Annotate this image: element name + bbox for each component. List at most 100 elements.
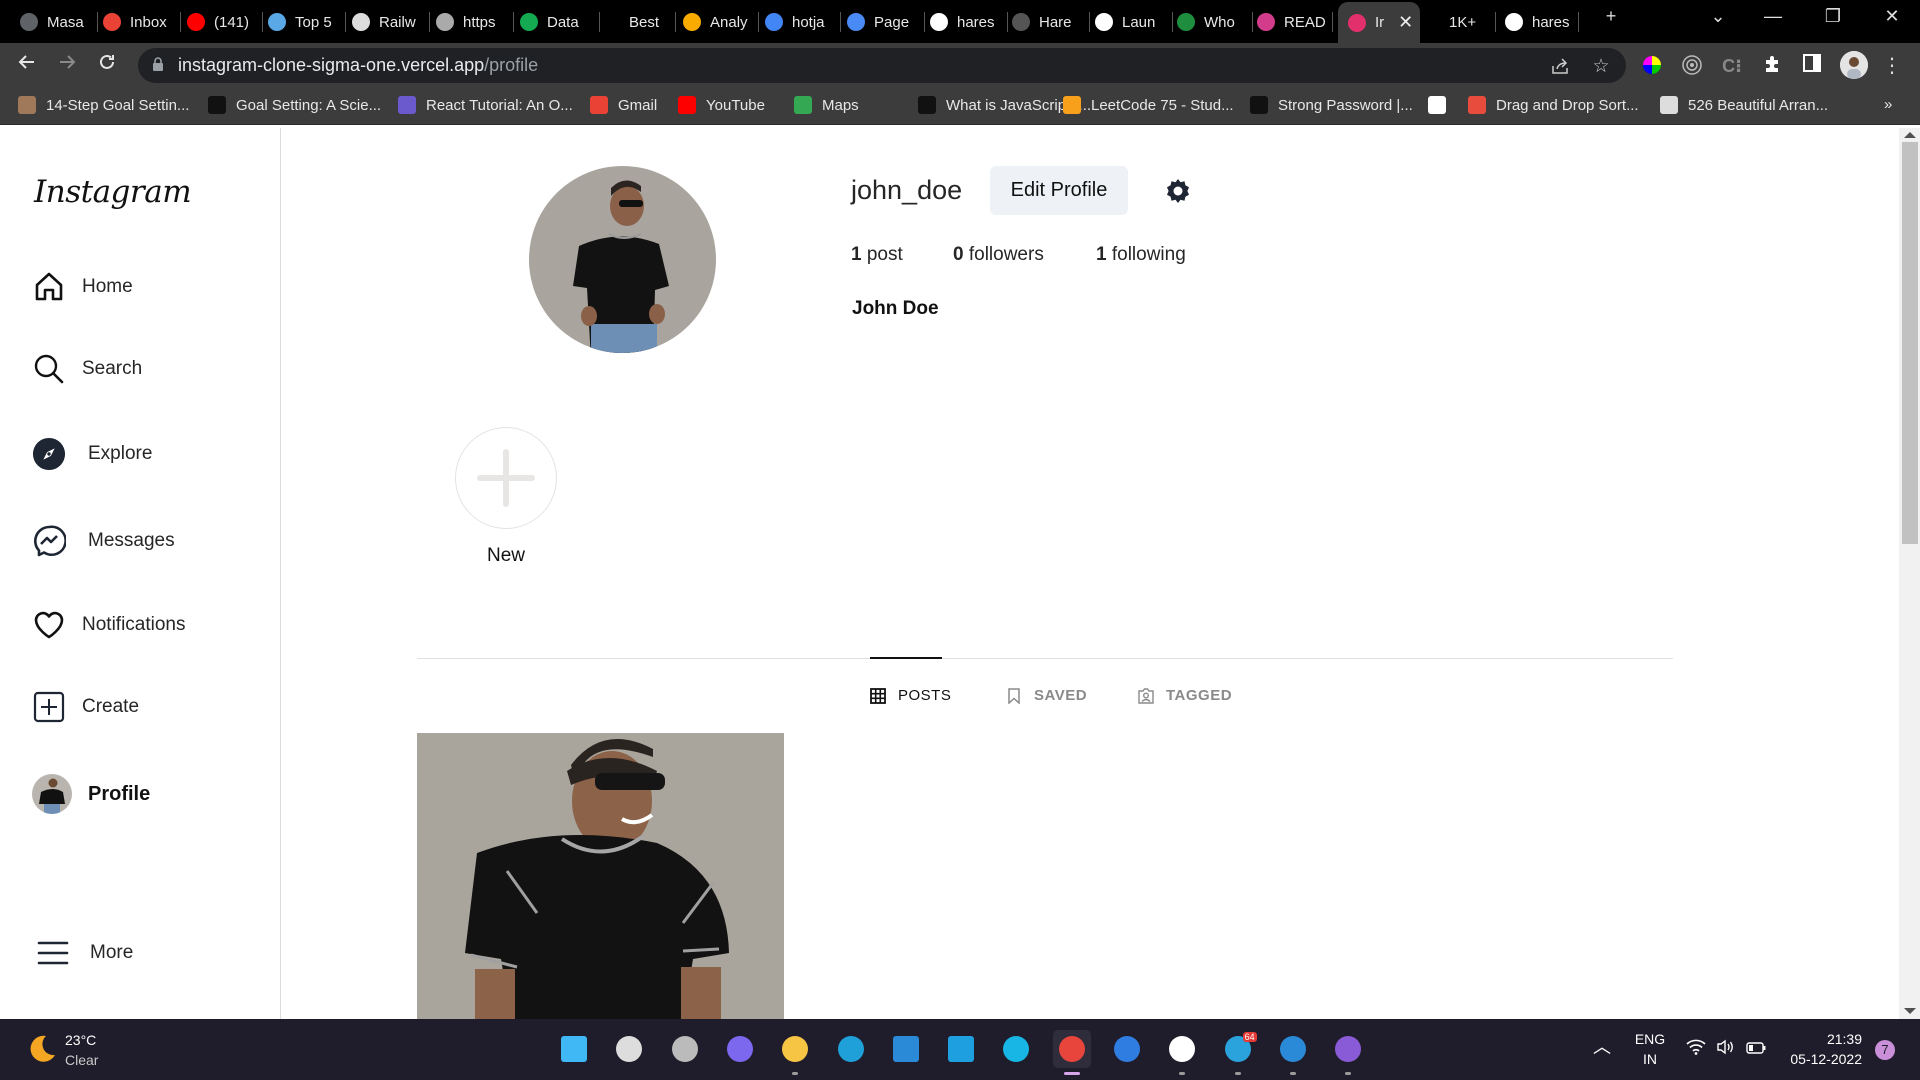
browser-tab[interactable]: Top 5 <box>268 4 346 40</box>
profile-avatar-button[interactable] <box>1840 51 1868 79</box>
battery-icon[interactable] <box>1746 1041 1766 1059</box>
sidebar-item-home[interactable]: Home <box>32 270 133 304</box>
browser-tab[interactable]: Ir ✕ <box>1338 2 1420 43</box>
taskbar-app[interactable] <box>887 1030 925 1068</box>
tab-tagged[interactable]: TAGGED <box>1138 687 1232 704</box>
wifi-icon[interactable] <box>1686 1039 1706 1060</box>
close-tab-icon[interactable]: ✕ <box>1398 12 1413 33</box>
taskbar-app[interactable] <box>1274 1030 1312 1075</box>
taskbar-app[interactable] <box>721 1030 759 1068</box>
browser-tab[interactable]: Inbox <box>103 4 181 40</box>
taskbar-app[interactable] <box>832 1030 870 1068</box>
bookmark-item[interactable]: React Tutorial: An O... <box>398 96 573 114</box>
reload-button[interactable] <box>93 52 121 78</box>
target-extension-icon[interactable] <box>1680 54 1704 78</box>
taskbar-app[interactable]: 64 <box>1219 1030 1257 1075</box>
weather-widget[interactable] <box>26 1033 58 1065</box>
browser-tab[interactable]: Page <box>847 4 925 40</box>
bookmark-item[interactable]: LeetCode 75 - Stud... <box>1063 96 1234 114</box>
bookmark-item[interactable]: Strong Password |... <box>1250 96 1413 114</box>
browser-tab[interactable]: hares <box>930 4 1008 40</box>
side-panel-icon[interactable] <box>1800 54 1824 78</box>
edit-profile-button[interactable]: Edit Profile <box>990 166 1128 215</box>
back-button[interactable] <box>13 52 41 78</box>
taskbar-app[interactable] <box>555 1030 593 1068</box>
post-thumbnail[interactable] <box>417 733 784 1019</box>
tab-search-button[interactable]: ⌄ <box>1703 6 1733 27</box>
browser-tab[interactable]: (141) <box>187 4 263 40</box>
taskbar-app[interactable] <box>1329 1030 1367 1075</box>
bookmark-item[interactable]: YouTube <box>678 96 765 114</box>
address-bar[interactable]: instagram-clone-sigma-one.vercel.app/pro… <box>138 48 1626 83</box>
browser-tab[interactable]: 1K+ <box>1440 4 1496 40</box>
clock[interactable]: 21:39 05-12-2022 <box>1782 1029 1862 1069</box>
language-indicator[interactable]: ENG IN <box>1630 1029 1670 1069</box>
taskbar-app[interactable] <box>1052 1030 1091 1075</box>
browser-tab[interactable]: Best <box>620 4 676 40</box>
browser-tab[interactable]: Laun <box>1095 4 1173 40</box>
browser-tab[interactable]: Data <box>520 4 600 40</box>
tab-title: (141) <box>214 13 250 31</box>
taskbar-app[interactable] <box>997 1030 1035 1068</box>
browser-tab[interactable]: Analy <box>683 4 759 40</box>
tray-overflow-chevron-icon[interactable]: ︿ <box>1593 1037 1611 1057</box>
browser-tab[interactable]: READ <box>1257 4 1333 40</box>
bookmark-item[interactable]: Gmail <box>590 96 657 114</box>
sidebar-item-search[interactable]: Search <box>32 352 142 386</box>
bookmark-item[interactable]: 14-Step Goal Settin... <box>18 96 189 114</box>
tab-separator <box>97 12 98 32</box>
profile-avatar[interactable] <box>529 166 716 353</box>
edge-icon <box>837 1036 864 1062</box>
browser-tab[interactable]: Masa <box>20 4 98 40</box>
instagram-logo[interactable]: Instagram <box>34 174 192 210</box>
c-extension-icon[interactable]: C⁝ <box>1720 54 1744 78</box>
sidebar-item-profile[interactable]: Profile <box>32 774 150 814</box>
taskbar-app[interactable] <box>1163 1030 1201 1075</box>
sidebar-item-explore[interactable]: Explore <box>32 437 152 471</box>
bookmark-item[interactable]: Maps <box>794 96 859 114</box>
sidebar-item-notifications[interactable]: Notifications <box>32 608 186 642</box>
bookmark-item[interactable]: Goal Setting: A Scie... <box>208 96 381 114</box>
forward-button[interactable] <box>53 52 81 78</box>
tab-posts[interactable]: POSTS <box>870 687 951 704</box>
browser-menu-icon[interactable]: ⋮ <box>1880 54 1904 78</box>
taskbar-app[interactable] <box>610 1030 648 1068</box>
maximize-button[interactable]: ❐ <box>1818 6 1848 27</box>
posts-count-stat[interactable]: 1 post <box>851 244 903 266</box>
bookmark-item[interactable] <box>1428 96 1456 114</box>
taskbar-app[interactable] <box>1108 1030 1146 1068</box>
browser-tab[interactable]: Who <box>1177 4 1253 40</box>
scroll-up-arrow[interactable] <box>1904 132 1916 138</box>
browser-tab[interactable]: Hare <box>1012 4 1090 40</box>
taskbar-app[interactable] <box>666 1030 704 1068</box>
followers-count-stat[interactable]: 0 followers <box>953 244 1044 266</box>
notification-count-badge[interactable]: 7 <box>1875 1040 1895 1060</box>
scroll-down-arrow[interactable] <box>1904 1008 1916 1014</box>
new-highlight-button[interactable] <box>455 427 557 529</box>
browser-tab[interactable]: https <box>436 4 514 40</box>
bookmark-item[interactable]: 526 Beautiful Arran... <box>1660 96 1828 114</box>
sidebar-item-messages[interactable]: Messages <box>32 524 175 558</box>
following-count-stat[interactable]: 1 following <box>1096 244 1186 266</box>
taskbar-app[interactable] <box>942 1030 980 1068</box>
taskbar-app[interactable] <box>776 1030 814 1075</box>
browser-tab[interactable]: Railw <box>352 4 430 40</box>
sidebar-item-more[interactable]: More <box>36 936 133 970</box>
sidebar-item-create[interactable]: Create <box>32 690 139 724</box>
page-scrollbar[interactable] <box>1899 128 1920 1019</box>
new-tab-button[interactable]: + <box>1596 6 1626 27</box>
bookmarks-overflow-button[interactable]: » <box>1884 96 1892 113</box>
close-window-button[interactable]: ✕ <box>1877 6 1907 27</box>
minimize-button[interactable]: — <box>1758 6 1788 27</box>
extensions-puzzle-icon[interactable] <box>1760 54 1784 78</box>
volume-icon[interactable] <box>1716 1039 1736 1060</box>
color-picker-extension-icon[interactable] <box>1640 54 1664 78</box>
bookmark-item[interactable]: Drag and Drop Sort... <box>1468 96 1639 114</box>
scrollbar-thumb[interactable] <box>1902 142 1918 544</box>
browser-tab[interactable]: hotja <box>765 4 841 40</box>
tab-saved[interactable]: SAVED <box>1006 687 1087 704</box>
share-icon[interactable] <box>1549 56 1571 78</box>
settings-gear-icon[interactable] <box>1165 178 1191 204</box>
bookmark-star-icon[interactable]: ☆ <box>1590 56 1612 78</box>
browser-tab[interactable]: hares <box>1505 4 1579 40</box>
